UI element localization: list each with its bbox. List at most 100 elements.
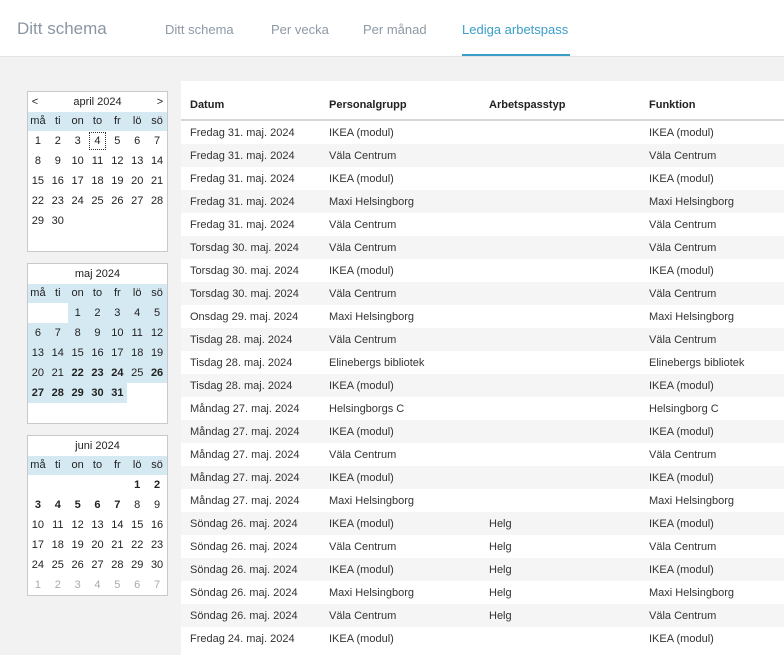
calendar-day-next-month[interactable]: 6 xyxy=(127,575,147,595)
calendar-day[interactable]: 22 xyxy=(67,363,88,383)
calendar-day[interactable]: 30 xyxy=(87,383,108,403)
calendar-day[interactable]: 1 xyxy=(127,475,147,495)
calendar-day[interactable]: 8 xyxy=(28,151,48,171)
calendar-day-next-month[interactable]: 1 xyxy=(28,575,48,595)
calendar-day[interactable]: 3 xyxy=(107,303,128,323)
calendar-day[interactable]: 21 xyxy=(47,363,68,383)
calendar-day[interactable]: 6 xyxy=(28,323,48,343)
calendar-day[interactable]: 12 xyxy=(147,323,167,343)
calendar-day[interactable]: 4 xyxy=(48,495,68,515)
calendar-day[interactable]: 4 xyxy=(127,303,148,323)
calendar-day[interactable]: 19 xyxy=(107,171,127,191)
calendar-day[interactable]: 28 xyxy=(147,191,167,211)
calendar-day[interactable]: 9 xyxy=(48,151,68,171)
table-row[interactable]: Måndag 27. maj. 2024 Helsingborgs C Helsin… xyxy=(181,397,784,420)
calendar-day[interactable]: 2 xyxy=(147,475,167,495)
calendar-day[interactable]: 25 xyxy=(127,363,148,383)
calendar-day[interactable]: 8 xyxy=(67,323,88,343)
table-row[interactable]: Torsdag 30. maj. 2024 Väla Centrum Väla Ce… xyxy=(181,236,784,259)
calendar-day[interactable]: 7 xyxy=(147,131,167,151)
column-header-group[interactable]: Personalgrupp xyxy=(320,91,480,121)
calendar-day[interactable]: 19 xyxy=(147,343,167,363)
calendar-day[interactable]: 16 xyxy=(147,515,167,535)
calendar-day[interactable]: 3 xyxy=(68,131,88,151)
tab-per-manad[interactable]: Per månad xyxy=(363,22,427,37)
calendar-day[interactable]: 23 xyxy=(147,535,167,555)
calendar-day[interactable]: 6 xyxy=(127,131,147,151)
calendar-day[interactable]: 1 xyxy=(67,303,88,323)
calendar-day[interactable]: 2 xyxy=(87,303,108,323)
calendar-day[interactable]: 10 xyxy=(68,151,88,171)
calendar-day[interactable]: 21 xyxy=(107,535,127,555)
calendar-day[interactable]: 24 xyxy=(68,191,88,211)
calendar-day[interactable]: 14 xyxy=(147,151,167,171)
table-row[interactable]: Söndag 26. maj. 2024 IKEA (modul) Helg IKEA… xyxy=(181,512,784,535)
table-row[interactable]: Måndag 27. maj. 2024 Väla Centrum Väla Cen… xyxy=(181,443,784,466)
calendar-day[interactable]: 22 xyxy=(28,191,48,211)
calendar-day[interactable]: 10 xyxy=(107,323,128,343)
calendar-day[interactable]: 22 xyxy=(127,535,147,555)
calendar-day[interactable]: 12 xyxy=(68,515,88,535)
calendar-day[interactable]: 26 xyxy=(68,555,88,575)
calendar-day[interactable]: 11 xyxy=(127,323,148,343)
calendar-day[interactable]: 7 xyxy=(107,495,127,515)
calendar-day[interactable]: 27 xyxy=(88,555,108,575)
calendar-day[interactable]: 24 xyxy=(107,363,128,383)
calendar-day-today[interactable]: 4 xyxy=(88,131,108,151)
calendar-day[interactable]: 20 xyxy=(28,363,48,383)
table-row[interactable]: Onsdag 29. maj. 2024 Maxi Helsingborg Maxi… xyxy=(181,305,784,328)
table-row[interactable]: Fredag 31. maj. 2024 IKEA (modul) IKEA (mo… xyxy=(181,167,784,190)
calendar-day[interactable]: 29 xyxy=(127,555,147,575)
calendar-day-next-month[interactable]: 4 xyxy=(88,575,108,595)
calendar-day[interactable]: 9 xyxy=(87,323,108,343)
calendar-day[interactable]: 29 xyxy=(67,383,88,403)
calendar-day[interactable]: 5 xyxy=(107,131,127,151)
tab-lediga-arbetspass[interactable]: Lediga arbetspass xyxy=(462,22,568,37)
calendar-day-next-month[interactable]: 3 xyxy=(68,575,88,595)
calendar-day[interactable]: 25 xyxy=(88,191,108,211)
calendar-day[interactable]: 5 xyxy=(147,303,167,323)
table-row[interactable]: Fredag 31. maj. 2024 IKEA (modul) IKEA (mo… xyxy=(181,120,784,144)
calendar-day[interactable]: 16 xyxy=(48,171,68,191)
calendar-day[interactable]: 9 xyxy=(147,495,167,515)
calendar-day[interactable]: 24 xyxy=(28,555,48,575)
calendar-day[interactable]: 13 xyxy=(28,343,48,363)
calendar-day[interactable]: 27 xyxy=(28,383,48,403)
calendar-day[interactable]: 23 xyxy=(48,191,68,211)
calendar-day[interactable]: 17 xyxy=(68,171,88,191)
table-row[interactable]: Torsdag 30. maj. 2024 Väla Centrum Väla Ce… xyxy=(181,282,784,305)
calendar-day[interactable]: 13 xyxy=(88,515,108,535)
column-header-function[interactable]: Funktion xyxy=(640,91,784,121)
calendar-day[interactable]: 15 xyxy=(67,343,88,363)
calendar-day[interactable]: 12 xyxy=(107,151,127,171)
calendar-day[interactable]: 26 xyxy=(147,363,167,383)
table-row[interactable]: Fredag 31. maj. 2024 Väla Centrum Väla Cen… xyxy=(181,213,784,236)
table-row[interactable]: Torsdag 30. maj. 2024 IKEA (modul) IKEA (m… xyxy=(181,259,784,282)
calendar-day[interactable]: 15 xyxy=(127,515,147,535)
calendar-day[interactable]: 14 xyxy=(47,343,68,363)
calendar-day[interactable]: 18 xyxy=(88,171,108,191)
calendar-day-next-month[interactable]: 2 xyxy=(48,575,68,595)
calendar-day[interactable]: 30 xyxy=(147,555,167,575)
calendar-day[interactable]: 18 xyxy=(48,535,68,555)
column-header-type[interactable]: Arbetspasstyp xyxy=(480,91,640,121)
calendar-day[interactable]: 16 xyxy=(87,343,108,363)
calendar-day-next-month[interactable]: 7 xyxy=(147,575,167,595)
table-row[interactable]: Tisdag 28. maj. 2024 Väla Centrum Väla Cen… xyxy=(181,328,784,351)
table-row[interactable]: Fredag 31. maj. 2024 Maxi Helsingborg Maxi… xyxy=(181,190,784,213)
app-brand[interactable]: Ditt schema xyxy=(17,19,107,39)
calendar-day[interactable]: 28 xyxy=(107,555,127,575)
calendar-day[interactable]: 5 xyxy=(68,495,88,515)
calendar-day[interactable]: 19 xyxy=(68,535,88,555)
table-row[interactable]: Fredag 31. maj. 2024 Väla Centrum Väla Cen… xyxy=(181,144,784,167)
calendar-day[interactable]: 30 xyxy=(48,211,68,231)
calendar-day[interactable]: 1 xyxy=(28,131,48,151)
previous-month-button[interactable]: < xyxy=(29,92,41,112)
calendar-day[interactable]: 7 xyxy=(47,323,68,343)
calendar-day[interactable]: 13 xyxy=(127,151,147,171)
calendar-day[interactable]: 18 xyxy=(127,343,148,363)
calendar-day[interactable]: 11 xyxy=(48,515,68,535)
calendar-day[interactable]: 3 xyxy=(28,495,48,515)
calendar-day[interactable]: 20 xyxy=(127,171,147,191)
calendar-day[interactable]: 6 xyxy=(88,495,108,515)
